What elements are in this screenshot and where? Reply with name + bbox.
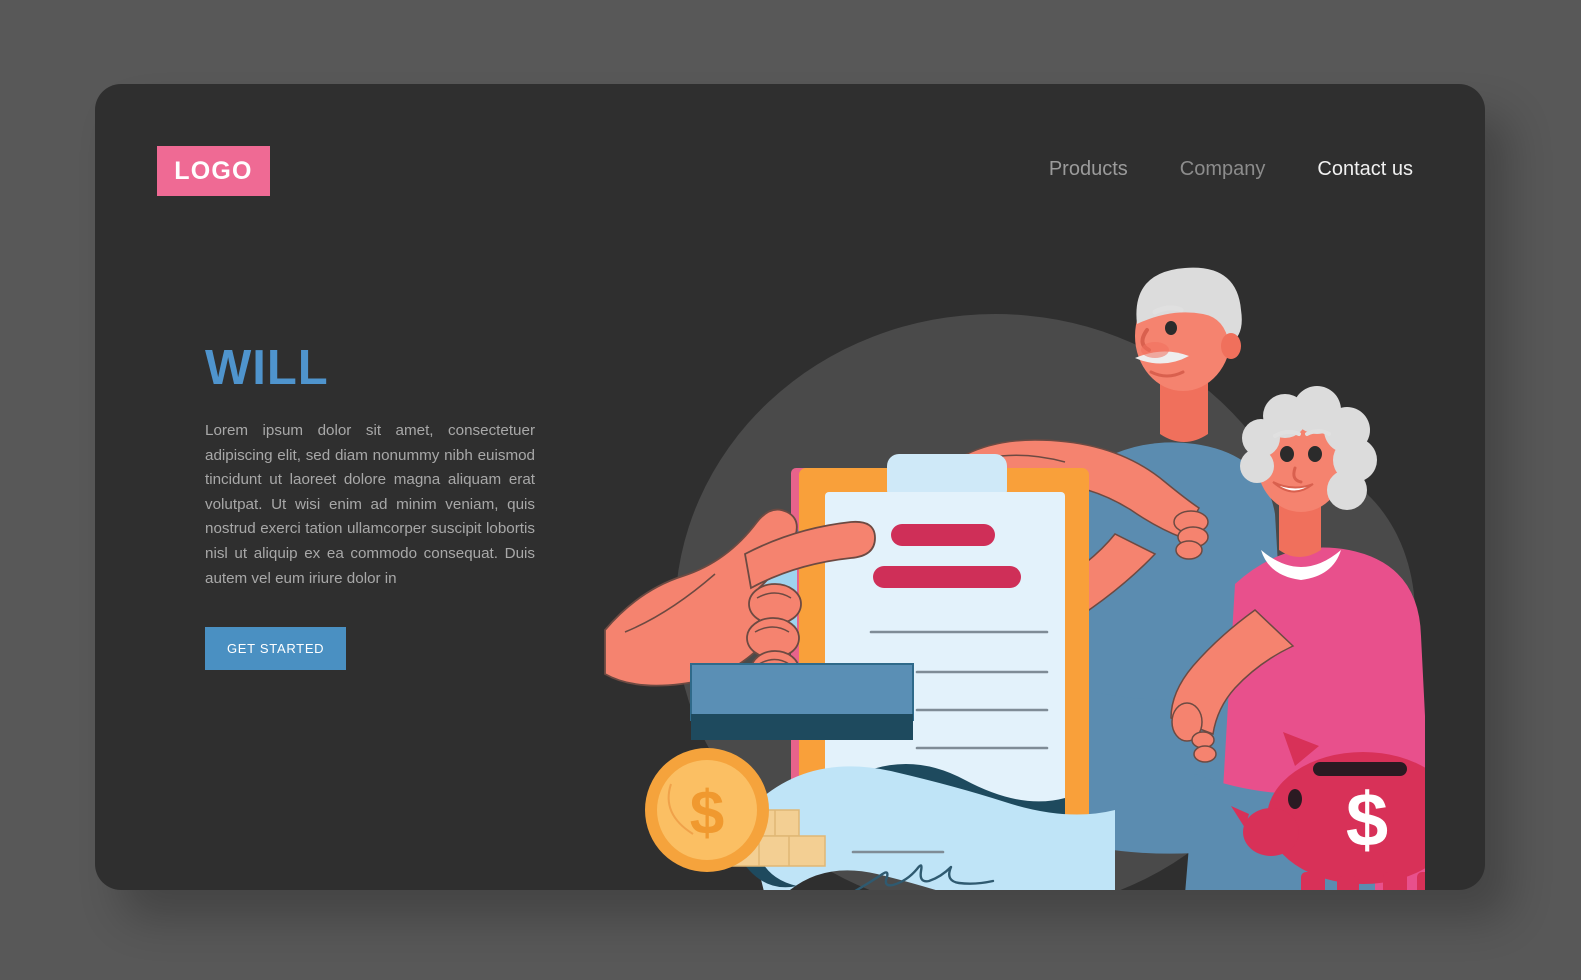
main-navigation: Products Company Contact us: [1049, 158, 1413, 181]
page-root: LOGO Products Company Contact us WILL Lo…: [0, 0, 1581, 980]
gold-coin: $: [645, 748, 769, 872]
hero-body-text: Lorem ipsum dolor sit amet, consectetuer…: [205, 422, 535, 587]
page-title: WILL: [205, 341, 329, 395]
logo[interactable]: LOGO: [157, 146, 270, 196]
hero-section: WILL Lorem ipsum dolor sit amet, consect…: [205, 341, 545, 671]
coin-dollar-symbol: $: [690, 779, 724, 848]
landing-page-card: LOGO Products Company Contact us WILL Lo…: [95, 84, 1485, 890]
hero-illustration: $ $: [595, 254, 1425, 890]
stamp-base: [691, 714, 913, 740]
nav-item-company[interactable]: Company: [1180, 158, 1266, 181]
document-heading-bar: [891, 524, 995, 546]
man-eye: [1165, 321, 1177, 335]
logo-label: LOGO: [174, 156, 253, 185]
nav-item-contact-us[interactable]: Contact us: [1317, 158, 1413, 181]
piggy-coin-slot: [1313, 762, 1407, 776]
piggy-dollar-symbol: $: [1346, 778, 1388, 863]
woman-eye: [1280, 446, 1294, 462]
stamp-body: [690, 663, 914, 721]
get-started-button[interactable]: GET STARTED: [205, 627, 347, 671]
document-subheading-bar: [873, 566, 1021, 588]
nav-item-products[interactable]: Products: [1049, 158, 1128, 181]
